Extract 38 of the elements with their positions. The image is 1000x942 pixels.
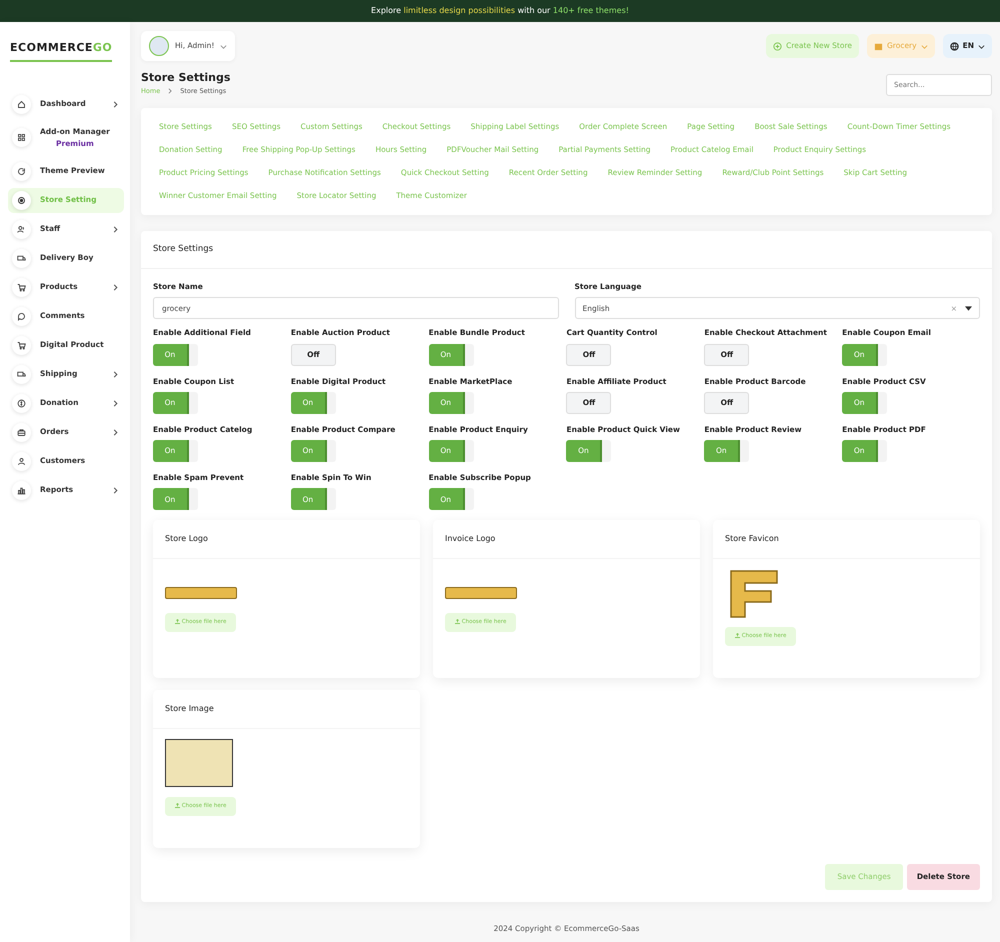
menu-item-icon [17,486,26,494]
menu-item-icon [17,340,26,350]
logo-image-placeholder [445,587,517,600]
menu-item-icon [17,196,26,204]
store-icon [874,42,883,50]
menu-item-icon [17,282,26,292]
menu-item-icon [17,456,26,466]
card-title: Store Image [153,690,420,730]
brand-logo: ECOMMERCEGO [10,40,112,62]
card-title: Store Logo [153,520,420,560]
menu-item-icon [17,312,26,320]
upload-icon [735,633,740,638]
menu-item-icon [17,224,26,234]
globe-icon [950,42,959,50]
upload-icon [175,619,180,624]
menu-item-icon [17,398,26,408]
photo-placeholder [165,739,233,788]
logo-image-placeholder [165,587,237,600]
menu-item-icon [17,254,26,262]
menu-item-icon [17,100,26,108]
page-title: Store Settings [141,70,230,86]
menu-item-icon [17,133,26,142]
breadcrumb-separator-icon [168,88,172,94]
caret-icon [978,42,985,50]
plus-circle-icon [773,42,782,50]
upload-icon [455,619,460,624]
promo-text: Explore limitless design possibilities with our 140+ free themes! [371,5,629,17]
dropdown-arrow-icon [965,306,972,311]
menu-item-icon [17,428,26,436]
card-title: Store Settings [141,231,992,269]
avatar-icon [149,36,169,56]
menu-item-icon [17,370,26,378]
card-title: Invoice Logo [433,520,700,560]
caret-icon [220,42,228,50]
caret-icon [920,42,928,50]
card-title: Store Favicon [713,520,980,560]
menu-item-icon [17,166,26,176]
upload-icon [175,803,180,808]
